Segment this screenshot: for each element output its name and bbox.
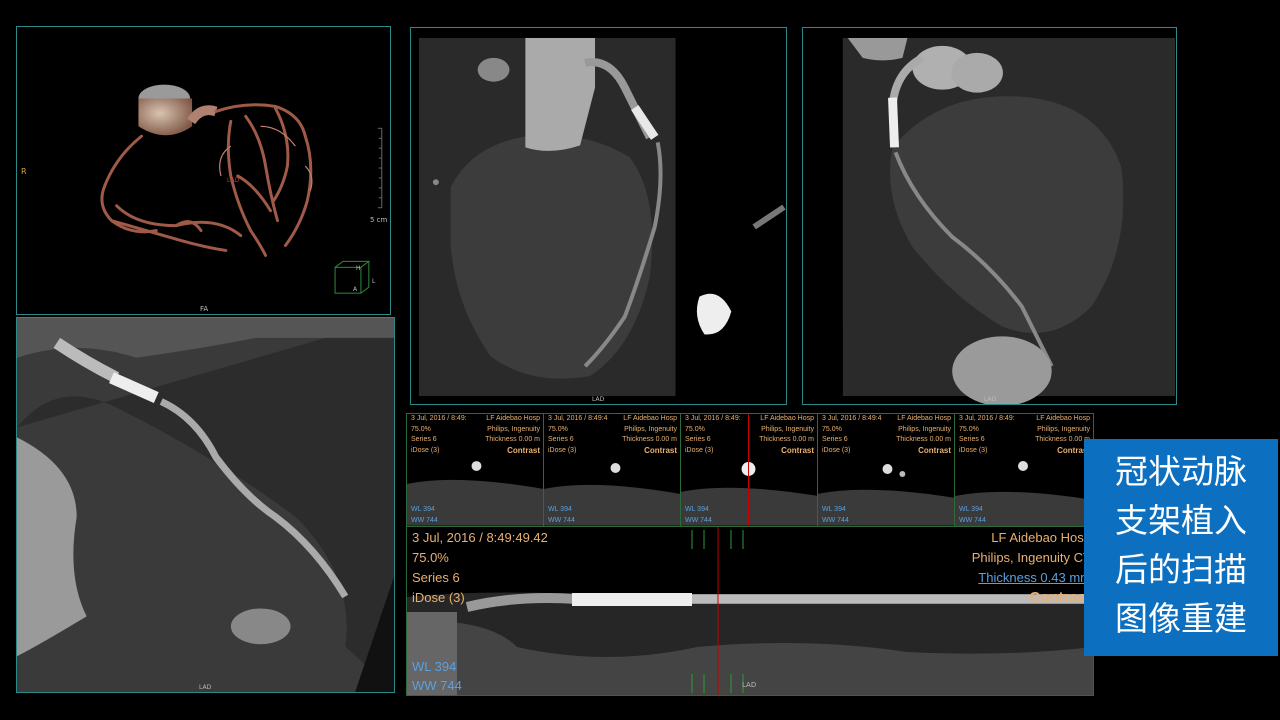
lad-annotation: LAD	[227, 177, 240, 184]
cube-label-l: L	[372, 278, 376, 285]
orientation-bottom-label: FA	[200, 305, 209, 313]
curved-mpr-viewport[interactable]: LAD	[16, 317, 395, 693]
cpr-image-1	[418, 37, 786, 397]
window-width: WW 744	[412, 678, 462, 693]
series-label: Series 6	[412, 570, 460, 585]
cpr2-vessel-label: LAD	[984, 396, 997, 403]
cross-section-thumb[interactable]: 3 Jul, 2016 / 8:49: 75.0% Series 6 iDose (3…	[955, 414, 1093, 526]
straightened-panel[interactable]: 3 Jul, 2016 / 8:49: 75.0% Series 6 iDose (3…	[406, 413, 1094, 696]
cross-section-thumb[interactable]: 3 Jul, 2016 / 8:49:4 75.0% Series 6 iDose (…	[818, 414, 955, 526]
cube-label-a: A	[353, 286, 358, 293]
caption-line: 支架植入	[1115, 501, 1247, 540]
study-date: 3 Jul, 2016 / 8:49:49.42	[412, 530, 548, 545]
caption-line: 后的扫描	[1115, 550, 1247, 589]
slide-caption: 冠状动脉 支架植入 后的扫描 图像重建	[1084, 439, 1278, 656]
cpr-image-2	[803, 37, 1176, 404]
scanner-name: Philips, Ingenuity CT	[971, 550, 1091, 565]
orientation-cube	[334, 260, 371, 294]
cpr-viewport-1[interactable]: LAD	[410, 27, 787, 405]
contrast-label: Contrast	[1029, 589, 1091, 606]
curved-vessel-label: LAD	[199, 684, 212, 691]
cpr-viewport-2[interactable]: LAD	[802, 27, 1177, 405]
caption-line: 冠状动脉	[1115, 452, 1247, 491]
scale-label: 5 cm	[370, 216, 388, 224]
thickness-link[interactable]: Thickness 0.43 mm	[972, 568, 1091, 588]
cross-section-thumb[interactable]: 3 Jul, 2016 / 8:49: 75.0% Series 6 iDose (3…	[407, 414, 544, 526]
coronary-tree-render	[100, 84, 383, 294]
dose-label: iDose (3)	[412, 590, 465, 605]
cardiac-phase: 75.0%	[412, 550, 449, 565]
curved-mpr-image	[17, 318, 394, 692]
vr-3d-viewport[interactable]: R FA 5 cm LAD H A L	[16, 26, 391, 315]
cross-section-thumb-active[interactable]: 3 Jul, 2016 / 8:49: 75.0% Series 6 iDose (3…	[681, 414, 818, 526]
window-level: WL 394	[412, 659, 457, 674]
hospital-name: LF Aidebao Hosp	[991, 530, 1091, 545]
straightened-vessel-view[interactable]: 3 Jul, 2016 / 8:49:49.42 75.0% Series 6 …	[407, 526, 1093, 695]
cross-section-thumb[interactable]: 3 Jul, 2016 / 8:49:4 75.0% Series 6 iDose (…	[544, 414, 681, 526]
cube-label-h: H	[356, 265, 361, 272]
straightened-vessel-label: LAD	[742, 681, 757, 689]
orientation-right-label: R	[21, 167, 27, 176]
caption-line: 图像重建	[1115, 599, 1247, 638]
cpr1-vessel-label: LAD	[592, 396, 605, 403]
